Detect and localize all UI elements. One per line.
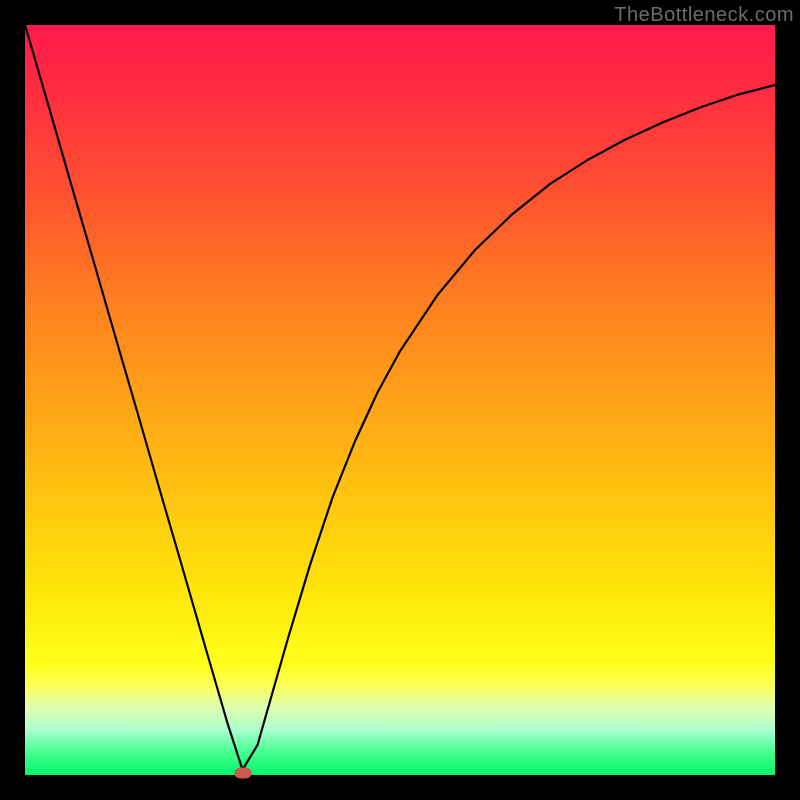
attribution-text: TheBottleneck.com [614, 4, 794, 27]
chart-frame: TheBottleneck.com [0, 0, 800, 800]
bottleneck-curve [25, 25, 775, 775]
optimum-marker [234, 767, 251, 778]
plot-area [25, 25, 775, 775]
